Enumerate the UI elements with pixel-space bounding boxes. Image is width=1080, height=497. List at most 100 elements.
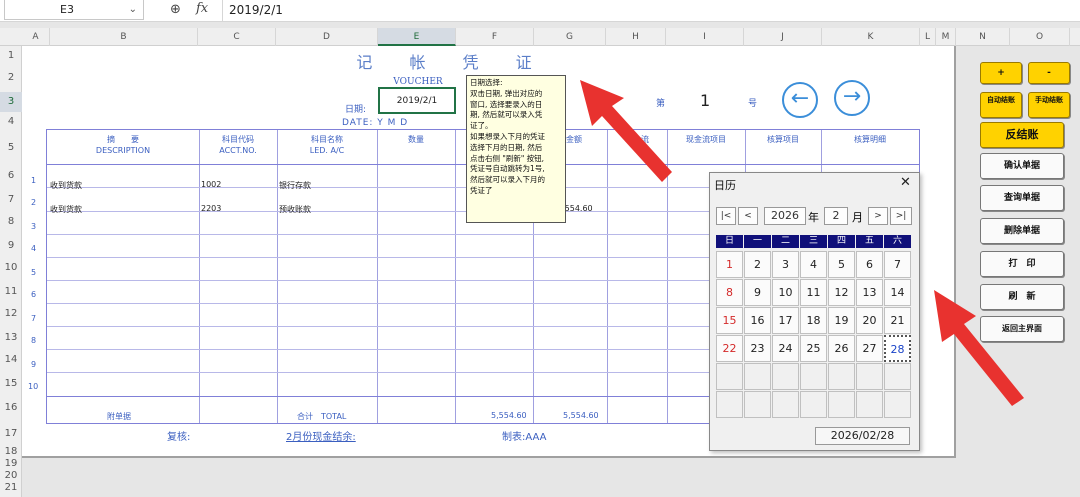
plus-button[interactable]: + bbox=[980, 62, 1022, 84]
print-button[interactable]: 打 印 bbox=[980, 251, 1064, 277]
zoom-icon[interactable]: ⊕ bbox=[170, 2, 181, 17]
calendar-day[interactable]: 11 bbox=[800, 279, 827, 306]
minus-button[interactable]: - bbox=[1028, 62, 1070, 84]
col-header-c[interactable]: C bbox=[198, 28, 276, 46]
reverse-close-button[interactable]: 反结账 bbox=[980, 122, 1064, 148]
calendar-day[interactable]: 25 bbox=[800, 335, 827, 362]
calendar-day[interactable]: 23 bbox=[744, 335, 771, 362]
row-header-12[interactable]: 12 bbox=[0, 308, 22, 319]
row-header-5[interactable]: 5 bbox=[0, 142, 22, 153]
row-header-10[interactable]: 10 bbox=[0, 262, 22, 273]
calendar-day[interactable]: 26 bbox=[828, 335, 855, 362]
weekday-label: 五 bbox=[856, 235, 884, 248]
weekday-label: 二 bbox=[772, 235, 800, 248]
name-box[interactable]: E3 ⌄ bbox=[4, 0, 144, 20]
next-voucher-button[interactable]: → bbox=[834, 80, 870, 116]
calendar-day[interactable]: 9 bbox=[744, 279, 771, 306]
row-header-2[interactable]: 2 bbox=[0, 72, 22, 83]
col-header-m[interactable]: M bbox=[936, 28, 956, 46]
query-voucher-button[interactable]: 查询单据 bbox=[980, 185, 1064, 211]
col-header-o[interactable]: O bbox=[1010, 28, 1070, 46]
calendar-day-selected[interactable]: 28 bbox=[884, 335, 911, 362]
prev-year-button[interactable]: |< bbox=[716, 207, 736, 225]
calendar-day[interactable]: 12 bbox=[828, 279, 855, 306]
calendar-day[interactable]: 5 bbox=[828, 251, 855, 278]
formula-input[interactable]: 2019/2/1 bbox=[222, 0, 1080, 21]
calendar-day[interactable]: 27 bbox=[856, 335, 883, 362]
calendar-day[interactable]: 16 bbox=[744, 307, 771, 334]
calendar-day[interactable]: 7 bbox=[884, 251, 911, 278]
function-icon[interactable]: fx bbox=[196, 1, 208, 16]
confirm-voucher-button[interactable]: 确认单据 bbox=[980, 153, 1064, 179]
close-icon[interactable]: ✕ bbox=[900, 175, 911, 190]
calendar-day[interactable]: 19 bbox=[828, 307, 855, 334]
col-header-b[interactable]: B bbox=[50, 28, 198, 46]
row-header-15[interactable]: 15 bbox=[0, 378, 22, 389]
calendar-day[interactable]: 2 bbox=[744, 251, 771, 278]
weekday-header: 日 一 二 三 四 五 六 bbox=[716, 235, 912, 248]
col-header-n[interactable]: N bbox=[956, 28, 1010, 46]
row-header-14[interactable]: 14 bbox=[0, 354, 22, 365]
col-header-f[interactable]: F bbox=[456, 28, 534, 46]
row-header-4[interactable]: 4 bbox=[0, 116, 22, 127]
calendar-day[interactable]: 15 bbox=[716, 307, 743, 334]
next-month-button[interactable]: > bbox=[868, 207, 888, 225]
calendar-day[interactable]: 8 bbox=[716, 279, 743, 306]
year-input[interactable]: 2026 bbox=[764, 207, 806, 225]
calendar-day[interactable]: 6 bbox=[856, 251, 883, 278]
calendar-day[interactable]: 20 bbox=[856, 307, 883, 334]
entry-desc[interactable]: 收到货款 bbox=[50, 180, 82, 191]
calendar-day[interactable]: 13 bbox=[856, 279, 883, 306]
calendar-day[interactable]: 18 bbox=[800, 307, 827, 334]
row-header-8[interactable]: 8 bbox=[0, 216, 22, 227]
col-header-l[interactable]: L bbox=[920, 28, 936, 46]
col-header-h[interactable]: H bbox=[606, 28, 666, 46]
row-header-16[interactable]: 16 bbox=[0, 402, 22, 413]
calendar-day[interactable]: 22 bbox=[716, 335, 743, 362]
col-header-j[interactable]: J bbox=[744, 28, 822, 46]
month-input[interactable]: 2 bbox=[824, 207, 848, 225]
row-header-1[interactable]: 1 bbox=[0, 50, 22, 61]
row-header-3[interactable]: 3 bbox=[0, 92, 22, 112]
calendar-day[interactable]: 1 bbox=[716, 251, 743, 278]
next-year-button[interactable]: >| bbox=[890, 207, 912, 225]
calendar-day[interactable]: 3 bbox=[772, 251, 799, 278]
calendar-day[interactable]: 21 bbox=[884, 307, 911, 334]
prev-voucher-button[interactable]: ← bbox=[782, 82, 818, 118]
row-header-13[interactable]: 13 bbox=[0, 332, 22, 343]
calendar-day[interactable]: 24 bbox=[772, 335, 799, 362]
row-header-7[interactable]: 7 bbox=[0, 194, 22, 205]
manual-close-button[interactable]: 手动结账 bbox=[1028, 92, 1070, 118]
calendar-day[interactable]: 14 bbox=[884, 279, 911, 306]
chevron-down-icon[interactable]: ⌄ bbox=[129, 0, 137, 19]
calendar-day[interactable]: 10 bbox=[772, 279, 799, 306]
entry-name[interactable]: 预收账款 bbox=[279, 204, 311, 215]
row-header-21[interactable]: 21 bbox=[0, 482, 22, 493]
col-header-d[interactable]: D bbox=[276, 28, 378, 46]
entry-name[interactable]: 银行存款 bbox=[279, 180, 311, 191]
row-header-11[interactable]: 11 bbox=[0, 286, 22, 297]
row-header-18[interactable]: 18 bbox=[0, 446, 22, 457]
entry-desc[interactable]: 收到货款 bbox=[50, 204, 82, 215]
calendar-day-empty bbox=[800, 391, 827, 418]
col-header-e[interactable]: E bbox=[378, 28, 456, 46]
entry-code[interactable]: 1002 bbox=[201, 180, 221, 189]
prev-month-button[interactable]: < bbox=[738, 207, 758, 225]
entry-code[interactable]: 2203 bbox=[201, 204, 221, 213]
col-header-a[interactable]: A bbox=[22, 28, 50, 46]
calendar-day-empty bbox=[884, 391, 911, 418]
date-cell[interactable]: 2019/2/1 bbox=[378, 87, 456, 114]
row-header-9[interactable]: 9 bbox=[0, 240, 22, 251]
col-header-i[interactable]: I bbox=[666, 28, 744, 46]
col-header-k[interactable]: K bbox=[822, 28, 920, 46]
row-header-20[interactable]: 20 bbox=[0, 470, 22, 481]
calendar-day[interactable]: 17 bbox=[772, 307, 799, 334]
auto-close-button[interactable]: 自动结账 bbox=[980, 92, 1022, 118]
delete-voucher-button[interactable]: 删除单据 bbox=[980, 218, 1064, 244]
col-header-g[interactable]: G bbox=[534, 28, 606, 46]
row-header-19[interactable]: 19 bbox=[0, 458, 22, 469]
row-header-17[interactable]: 17 bbox=[0, 428, 22, 439]
calendar-day[interactable]: 4 bbox=[800, 251, 827, 278]
row-header-6[interactable]: 6 bbox=[0, 170, 22, 181]
cash-balance-link[interactable]: 2月份现金结余: bbox=[286, 428, 356, 443]
